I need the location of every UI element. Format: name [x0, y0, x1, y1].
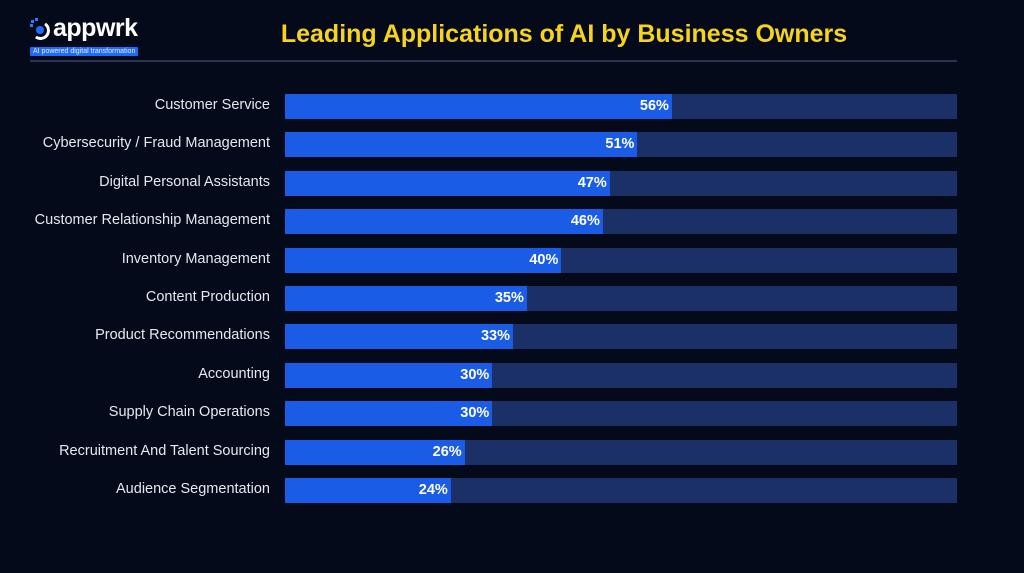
data-label: 30% — [460, 366, 490, 383]
category-label: Content Production — [145, 289, 270, 305]
category-label: Supply Chain Operations — [108, 404, 270, 421]
data-label: 33% — [480, 328, 511, 345]
bar: 56% — [285, 94, 672, 119]
bar: 35% — [285, 286, 527, 311]
bar-track: 33% — [285, 324, 957, 350]
data-label: 47% — [577, 174, 607, 191]
bar-row: Cybersecurity / Fraud Management 51% — [0, 132, 1024, 158]
data-label: 56% — [639, 98, 669, 114]
bar-track: 51% — [285, 132, 957, 158]
data-label: 24% — [418, 482, 448, 498]
bar-track: 26% — [285, 439, 957, 465]
bar-row: Accounting 30% — [0, 362, 1024, 388]
bar-row: Supply Chain Operations 30% — [0, 401, 1024, 427]
bar-row: Content Production 35% — [0, 286, 1024, 311]
bar-chart: Customer Service 56% Cybersecurity / Fraud… — [0, 0, 1024, 573]
category-label: Audience Segmentation — [116, 481, 270, 497]
bar: 51% — [285, 132, 638, 158]
bar-track: 24% — [285, 478, 957, 503]
category-label: Accounting — [198, 365, 270, 382]
bar: 30% — [285, 401, 493, 427]
bar: 40% — [285, 247, 562, 273]
bar-row: Product Recommendations 33% — [0, 324, 1024, 350]
bar-row: Customer Relationship Management 46% — [0, 209, 1024, 235]
data-label: 30% — [460, 405, 490, 422]
data-label: 51% — [605, 136, 635, 153]
bar: 46% — [285, 209, 603, 235]
bar-row: Audience Segmentation 24% — [0, 478, 1024, 503]
bar-track: 35% — [285, 286, 957, 311]
bar-track: 47% — [285, 170, 957, 196]
category-label: Product Recommendations — [95, 327, 270, 344]
bar-track: 30% — [285, 401, 957, 427]
category-label: Cybersecurity / Fraud Management — [42, 135, 270, 152]
bar-row: Recruitment And Talent Sourcing 26% — [0, 439, 1024, 465]
category-label: Digital Personal Assistants — [99, 173, 270, 190]
category-label: Inventory Management — [121, 250, 270, 267]
category-label: Customer Service — [154, 97, 270, 113]
bar-track: 56% — [285, 94, 957, 119]
category-label: Customer Relationship Management — [34, 212, 270, 229]
bar-row: Inventory Management 40% — [0, 247, 1024, 273]
data-label: 26% — [432, 443, 462, 460]
data-label: 35% — [494, 290, 524, 306]
bar-track: 30% — [285, 362, 957, 388]
bar: 30% — [285, 362, 493, 388]
bar-row: Customer Service 56% — [0, 94, 1024, 119]
bar-row: Digital Personal Assistants 47% — [0, 170, 1024, 196]
bar-track: 40% — [285, 247, 957, 273]
bar: 24% — [285, 478, 451, 503]
data-label: 40% — [529, 251, 559, 268]
bar: 33% — [285, 324, 514, 350]
bar: 26% — [285, 439, 465, 465]
bar-track: 46% — [285, 209, 957, 235]
bar: 47% — [285, 170, 610, 196]
category-label: Recruitment And Talent Sourcing — [59, 442, 270, 459]
data-label: 46% — [570, 213, 600, 230]
